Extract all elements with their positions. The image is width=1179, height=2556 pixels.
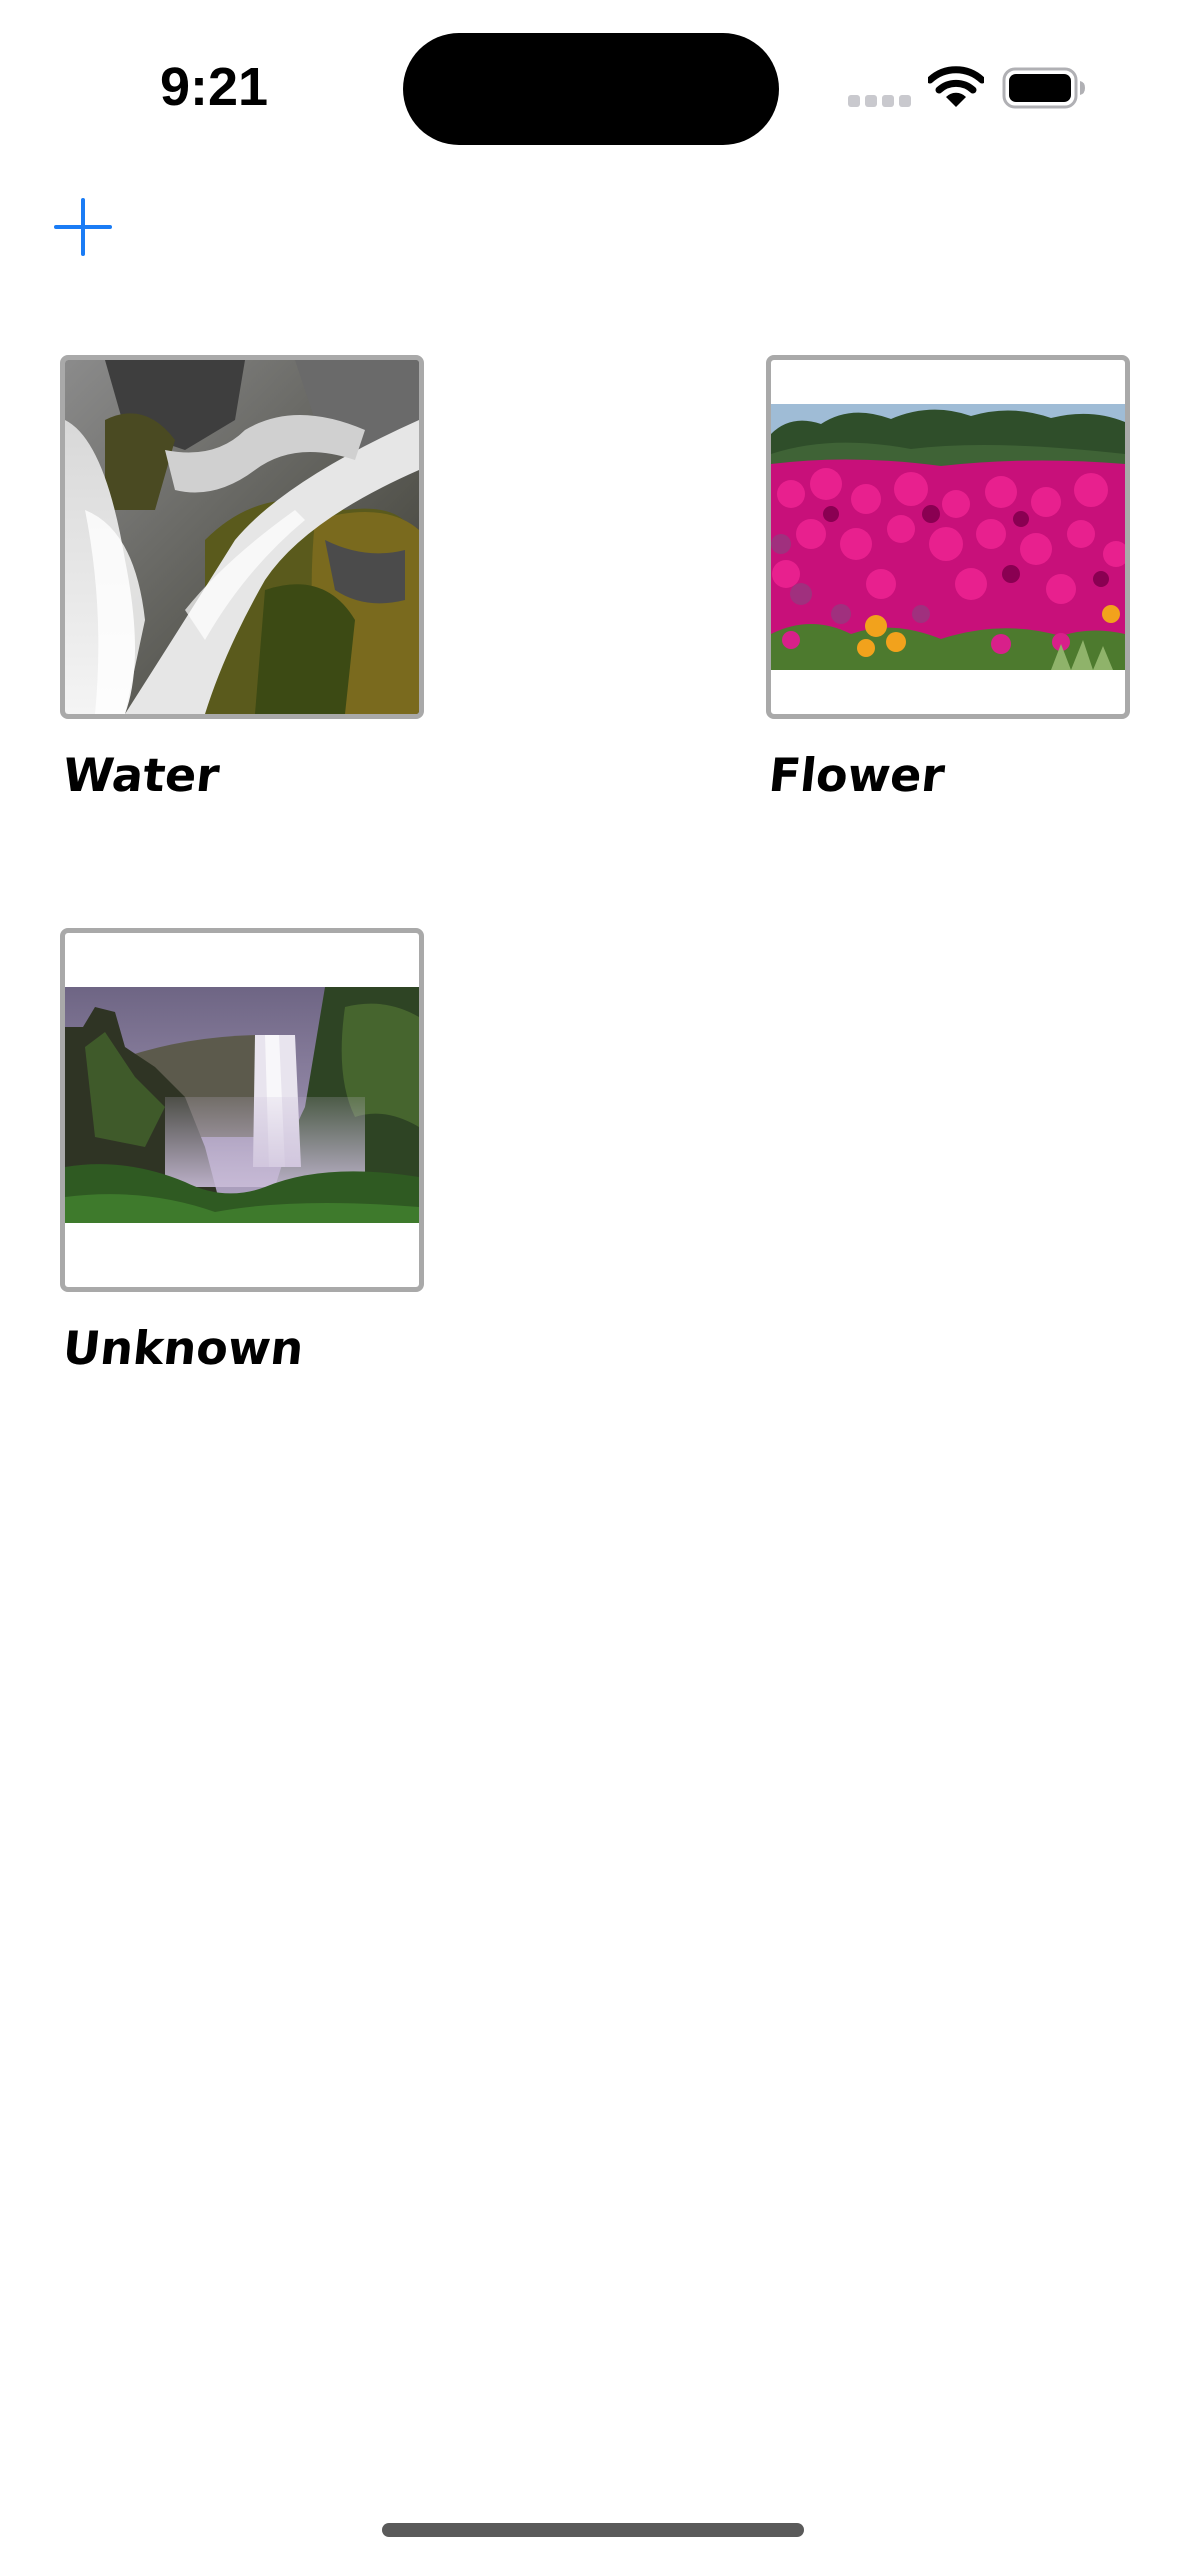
flower-field-photo: [771, 404, 1125, 670]
grid-item-flower[interactable]: Flower: [766, 355, 1130, 802]
battery-icon: [1002, 67, 1085, 109]
grid-item-unknown[interactable]: Unknown: [60, 928, 424, 1375]
item-label: Water: [60, 748, 223, 802]
waterfall-canyon-photo: [65, 987, 419, 1223]
status-time: 9:21: [160, 57, 269, 117]
cellular-signal-icon: [848, 95, 911, 107]
item-label: Flower: [766, 748, 948, 802]
thumbnail-flower: [766, 355, 1130, 719]
plus-icon: [54, 198, 112, 256]
item-label: Unknown: [60, 1321, 307, 1375]
thumbnail-unknown: [60, 928, 424, 1292]
home-indicator[interactable]: [382, 2523, 804, 2537]
waterfall-closeup-photo: [65, 360, 419, 714]
add-button[interactable]: [52, 196, 114, 258]
dynamic-island: [403, 33, 779, 145]
wifi-icon: [928, 66, 984, 107]
thumbnail-water: [60, 355, 424, 719]
grid-item-water[interactable]: Water: [60, 355, 424, 802]
